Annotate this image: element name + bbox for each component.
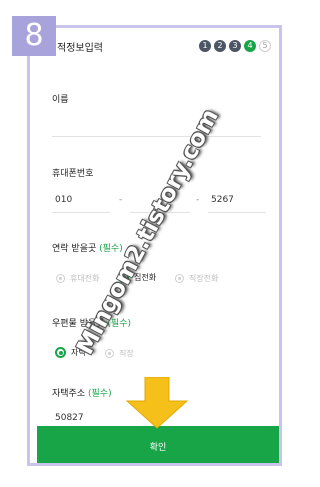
contact-label: 연락 받을곳 (필수) — [52, 244, 123, 254]
radio-work-phone[interactable]: 직장전화 — [175, 273, 218, 284]
confirm-label: 확인 — [149, 441, 167, 452]
address-label: 자택주소 (필수) — [52, 389, 112, 399]
phone-separator-1: - — [119, 195, 123, 205]
phone-part3-underline — [208, 212, 266, 213]
radio-circle-icon — [175, 274, 184, 283]
step-dot-3: 3 — [229, 40, 241, 52]
step-indicator: 1 2 3 4 5 — [199, 40, 271, 52]
step-dot-5: 5 — [259, 40, 271, 52]
header: 적정보입력 1 2 3 4 5 — [52, 35, 271, 61]
radio-circle-icon — [56, 274, 65, 283]
radio-mail-work[interactable]: 직장 — [105, 348, 134, 359]
radio-selected-icon — [55, 347, 66, 358]
phone-separator-2: - — [196, 195, 200, 205]
step-number-badge: 8 — [12, 16, 56, 56]
step-dot-1: 1 — [199, 40, 211, 52]
name-label: 이름 — [52, 95, 69, 105]
step-dot-4-active: 4 — [244, 40, 256, 52]
confirm-button[interactable]: 확인 — [37, 426, 279, 463]
phone-part1-underline — [52, 212, 110, 213]
phone-label: 휴대폰번호 — [52, 169, 94, 179]
page-title: 적정보입력 — [57, 43, 103, 54]
phone-part3-input[interactable]: 5267 — [211, 195, 234, 205]
step-dot-2: 2 — [214, 40, 226, 52]
radio-mobile-phone[interactable]: 휴대전화 — [56, 273, 99, 284]
phone-part1-input[interactable]: 010 — [55, 195, 72, 205]
down-arrow-icon — [126, 377, 188, 429]
name-input[interactable] — [52, 136, 261, 137]
radio-circle-icon — [105, 349, 114, 358]
zipcode-input[interactable]: 50827 — [55, 413, 84, 423]
